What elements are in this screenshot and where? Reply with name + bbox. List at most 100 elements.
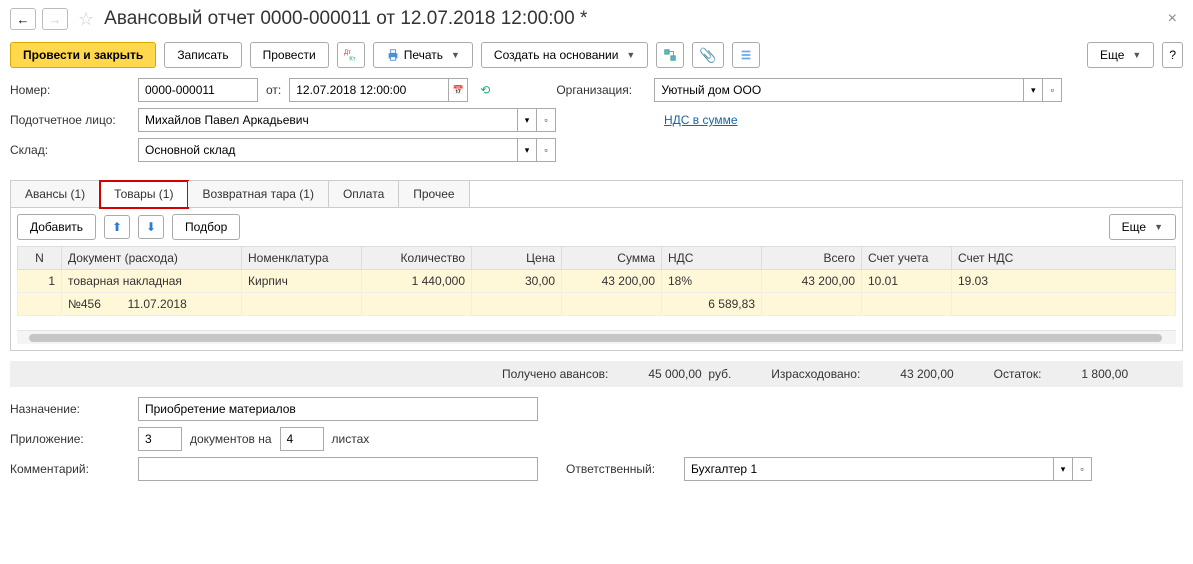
- close-icon[interactable]: ×: [1168, 10, 1183, 28]
- received-value: 45 000,00 руб.: [648, 367, 731, 381]
- remainder-label: Остаток:: [994, 367, 1042, 381]
- chevron-down-icon: ▼: [1154, 222, 1163, 232]
- col-qty[interactable]: Количество: [362, 247, 472, 270]
- warehouse-dropdown-button[interactable]: ▾: [517, 138, 537, 162]
- date-input[interactable]: [289, 78, 449, 102]
- help-button[interactable]: ?: [1162, 42, 1183, 68]
- responsible-input[interactable]: [684, 457, 1054, 481]
- cell-vat-acct[interactable]: 19.03: [952, 270, 1176, 293]
- chevron-down-icon: ▼: [626, 50, 635, 60]
- cell-acct[interactable]: 10.01: [862, 270, 952, 293]
- col-price[interactable]: Цена: [472, 247, 562, 270]
- attachment-label: Приложение:: [10, 432, 130, 446]
- additional-button[interactable]: [732, 42, 760, 68]
- cell-price[interactable]: 30,00: [472, 270, 562, 293]
- number-label: Номер:: [10, 83, 130, 97]
- printer-icon: [386, 48, 400, 62]
- more-button[interactable]: Еще ▼: [1087, 42, 1154, 68]
- add-row-button[interactable]: Добавить: [17, 214, 96, 240]
- cell-n[interactable]: 1: [18, 270, 62, 293]
- org-label: Организация:: [556, 83, 646, 97]
- cell-doc-line2[interactable]: №456 11.07.2018: [62, 293, 242, 316]
- col-doc[interactable]: Документ (расхода): [62, 247, 242, 270]
- pick-button[interactable]: Подбор: [172, 214, 240, 240]
- from-label: от:: [266, 83, 281, 97]
- save-button[interactable]: Записать: [164, 42, 241, 68]
- col-total[interactable]: Всего: [762, 247, 862, 270]
- calendar-button[interactable]: 📅: [448, 78, 468, 102]
- col-n[interactable]: N: [18, 247, 62, 270]
- col-acct[interactable]: Счет учета: [862, 247, 952, 270]
- svg-text:Кт: Кт: [349, 55, 356, 62]
- col-nomen[interactable]: Номенклатура: [242, 247, 362, 270]
- docs-word: документов на: [190, 432, 272, 446]
- warehouse-label: Склад:: [10, 143, 130, 157]
- cell-vat[interactable]: 18%: [662, 270, 762, 293]
- remainder-value: 1 800,00: [1081, 367, 1128, 381]
- nav-forward-button[interactable]: →: [42, 8, 68, 30]
- col-vat[interactable]: НДС: [662, 247, 762, 270]
- dt-kt-button[interactable]: ДтКт: [337, 42, 365, 68]
- dt-kt-icon: ДтКт: [344, 48, 358, 62]
- docs-count-input[interactable]: [138, 427, 182, 451]
- goods-table[interactable]: N Документ (расхода) Номенклатура Количе…: [17, 246, 1176, 316]
- refresh-icon[interactable]: ⟲: [480, 83, 490, 97]
- favorite-star-icon[interactable]: ☆: [78, 9, 94, 30]
- tab-advances[interactable]: Авансы (1): [11, 181, 100, 207]
- tab-payment[interactable]: Оплата: [329, 181, 399, 207]
- org-dropdown-button[interactable]: ▾: [1023, 78, 1043, 102]
- move-down-button[interactable]: ⬇: [138, 215, 164, 239]
- print-button[interactable]: Печать ▼: [373, 42, 473, 68]
- org-input[interactable]: [654, 78, 1024, 102]
- lines-icon: [739, 48, 753, 62]
- table-row-line2[interactable]: №456 11.07.2018 6 589,83: [18, 293, 1176, 316]
- page-title: Авансовый отчет 0000-000011 от 12.07.201…: [104, 8, 587, 30]
- cell-doc[interactable]: товарная накладная: [62, 270, 242, 293]
- tab-more-button[interactable]: Еще ▼: [1109, 214, 1176, 240]
- comment-input[interactable]: [138, 457, 538, 481]
- scroll-thumb[interactable]: [29, 334, 1162, 342]
- structure-button[interactable]: [656, 42, 684, 68]
- table-row[interactable]: 1 товарная накладная Кирпич 1 440,000 30…: [18, 270, 1176, 293]
- responsible-open-button[interactable]: ▫: [1072, 457, 1092, 481]
- arrow-up-icon: ⬆: [112, 220, 122, 234]
- responsible-dropdown-button[interactable]: ▾: [1053, 457, 1073, 481]
- sheets-count-input[interactable]: [280, 427, 324, 451]
- cell-qty[interactable]: 1 440,000: [362, 270, 472, 293]
- tab-other[interactable]: Прочее: [399, 181, 469, 207]
- cell-sum[interactable]: 43 200,00: [562, 270, 662, 293]
- received-label: Получено авансов:: [502, 367, 608, 381]
- responsible-label: Ответственный:: [566, 462, 676, 476]
- post-and-close-button[interactable]: Провести и закрыть: [10, 42, 156, 68]
- tab-goods[interactable]: Товары (1): [100, 181, 188, 208]
- person-open-button[interactable]: ▫: [536, 108, 556, 132]
- col-vat-acct[interactable]: Счет НДС: [952, 247, 1176, 270]
- number-input[interactable]: [138, 78, 258, 102]
- org-open-button[interactable]: ▫: [1042, 78, 1062, 102]
- spent-label: Израсходовано:: [771, 367, 860, 381]
- horizontal-scrollbar[interactable]: [17, 330, 1176, 344]
- chevron-down-icon: ▼: [451, 50, 460, 60]
- cell-nomen[interactable]: Кирпич: [242, 270, 362, 293]
- tab-returnable[interactable]: Возвратная тара (1): [188, 181, 329, 207]
- vat-in-sum-link[interactable]: НДС в сумме: [664, 113, 738, 127]
- cell-total[interactable]: 43 200,00: [762, 270, 862, 293]
- calendar-icon: 📅: [453, 85, 464, 96]
- person-label: Подотчетное лицо:: [10, 113, 130, 127]
- warehouse-input[interactable]: [138, 138, 518, 162]
- spent-value: 43 200,00: [900, 367, 953, 381]
- person-dropdown-button[interactable]: ▾: [517, 108, 537, 132]
- move-up-button[interactable]: ⬆: [104, 215, 130, 239]
- warehouse-open-button[interactable]: ▫: [536, 138, 556, 162]
- post-button[interactable]: Провести: [250, 42, 329, 68]
- cell-vat-amount[interactable]: 6 589,83: [662, 293, 762, 316]
- nav-back-button[interactable]: ←: [10, 8, 36, 30]
- col-sum[interactable]: Сумма: [562, 247, 662, 270]
- comment-label: Комментарий:: [10, 462, 130, 476]
- create-based-on-button[interactable]: Создать на основании ▼: [481, 42, 648, 68]
- person-input[interactable]: [138, 108, 518, 132]
- purpose-input[interactable]: [138, 397, 538, 421]
- purpose-label: Назначение:: [10, 402, 130, 416]
- paperclip-icon: 📎: [699, 47, 716, 64]
- attach-button[interactable]: 📎: [692, 42, 723, 68]
